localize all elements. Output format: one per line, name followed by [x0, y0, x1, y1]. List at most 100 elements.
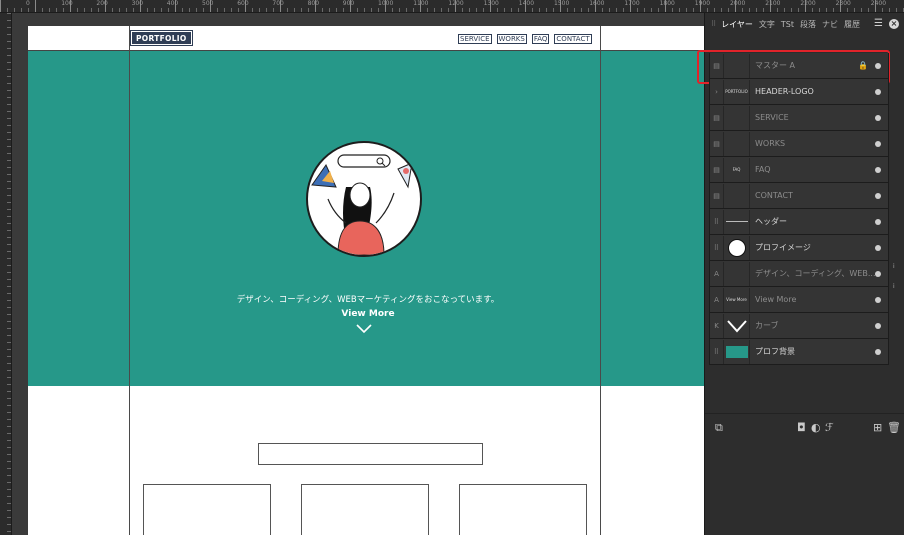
profile-illustration: [311, 154, 413, 255]
layer-thumbnail: View More: [724, 287, 750, 312]
layout-guide-right: [600, 26, 601, 535]
tab-layers[interactable]: レイヤー: [721, 19, 753, 30]
thumbnail-text: View More: [726, 297, 747, 302]
visibility-dot-icon[interactable]: [875, 348, 881, 355]
ruler-label: 1500: [554, 0, 570, 7]
layer-label: SERVICE: [755, 113, 789, 122]
ruler-label: 2100: [765, 0, 781, 7]
hamburger-icon[interactable]: ☰: [874, 18, 883, 29]
ruler-label: 2400: [870, 0, 887, 7]
top-ruler: 0 100 200 300 400 500 600 700 800 900 1000 1100 1200…: [0, 0, 904, 13]
board-icon[interactable]: ▤: [710, 183, 724, 208]
board-icon[interactable]: ▤: [710, 105, 724, 130]
ruler-label: 600: [237, 0, 249, 7]
ruler-label: 800: [307, 0, 320, 7]
visibility-dot-icon[interactable]: [875, 218, 881, 225]
visibility-dot-icon[interactable]: [875, 140, 881, 147]
board-icon[interactable]: ▤: [710, 157, 724, 182]
layer-row[interactable]: ⠿ ヘッダー: [709, 209, 889, 235]
grip-icon[interactable]: ⠿: [711, 20, 716, 28]
layer-thumbnail: [724, 261, 750, 286]
search-box-placeholder[interactable]: [258, 443, 483, 465]
layer-row[interactable]: ▤ マスター A 🔒: [709, 53, 889, 79]
visibility-dot-icon[interactable]: [875, 244, 881, 251]
expand-icon[interactable]: ›: [710, 79, 724, 104]
layer-row[interactable]: ⠿ プロフ背景: [709, 339, 889, 365]
layer-label: プロフイメージ: [755, 243, 811, 252]
layer-row[interactable]: A View More View More: [709, 287, 889, 313]
side-marker: i: [893, 283, 895, 290]
layer-label: CONTACT: [755, 191, 793, 200]
layer-label: マスター A: [755, 61, 796, 70]
layer-row[interactable]: A デザイン、コーディング、WEB...: [709, 261, 889, 287]
nav-link-service[interactable]: SERVICE: [458, 34, 492, 44]
visibility-dot-icon[interactable]: [875, 88, 881, 95]
layer-thumbnail: [724, 53, 750, 78]
group-icon[interactable]: ⠿: [710, 339, 724, 364]
curve-icon[interactable]: K: [710, 313, 724, 338]
text-icon[interactable]: A: [710, 261, 724, 286]
profile-image[interactable]: [306, 141, 422, 257]
visibility-dot-icon[interactable]: [875, 166, 881, 173]
nav-link-contact[interactable]: CONTACT: [554, 34, 592, 44]
trash-icon[interactable]: 🗑: [887, 422, 901, 433]
layer-label: デザイン、コーディング、WEB...: [755, 269, 875, 278]
layer-thumbnail: [724, 235, 750, 260]
layer-row[interactable]: ▤ SERVICE: [709, 105, 889, 131]
nav-link-faq[interactable]: FAQ: [531, 34, 550, 44]
visibility-dot-icon[interactable]: [875, 296, 881, 303]
adjust-icon[interactable]: ◐: [811, 422, 821, 433]
tab-paragraph[interactable]: 段落: [800, 19, 816, 30]
content-card-2[interactable]: [301, 484, 429, 535]
board-icon[interactable]: ▤: [710, 53, 724, 78]
layer-label: View More: [755, 295, 797, 304]
layout-guide-left: [129, 26, 130, 535]
canvas[interactable]: PORTFOLIO SERVICE WORKS FAQ CONTACT デザイン…: [12, 13, 704, 535]
side-marker: i: [893, 263, 895, 270]
mask-icon[interactable]: ◘: [797, 422, 806, 433]
layer-row[interactable]: › PORTFOLIO HEADER-LOGO: [709, 79, 889, 105]
layer-thumbnail: [724, 209, 750, 234]
layer-row[interactable]: ⠿ プロフイメージ: [709, 235, 889, 261]
tab-navigator[interactable]: ナビ: [822, 19, 838, 30]
ruler-label: 700: [272, 0, 284, 7]
add-layer-icon[interactable]: ⊞: [873, 422, 882, 433]
board-icon[interactable]: ▤: [710, 131, 724, 156]
thumbnail-text: FAQ: [732, 167, 741, 172]
ruler-label: 1600: [589, 0, 605, 7]
tab-character[interactable]: 文字: [759, 19, 775, 30]
site-logo[interactable]: PORTFOLIO: [130, 30, 193, 46]
avatar-thumb: [727, 238, 746, 257]
group-icon[interactable]: ⠿: [710, 209, 724, 234]
content-card-3[interactable]: [459, 484, 587, 535]
layer-row[interactable]: K カーブ: [709, 313, 889, 339]
lock-icon[interactable]: 🔒: [858, 61, 868, 70]
duplicate-icon[interactable]: ⧉: [715, 422, 723, 433]
tab-history[interactable]: 履歴: [844, 19, 860, 30]
visibility-dot-icon[interactable]: [875, 114, 881, 121]
text-icon[interactable]: A: [710, 287, 724, 312]
nav-link-works[interactable]: WORKS: [496, 34, 527, 44]
content-card-1[interactable]: [143, 484, 271, 535]
layer-row[interactable]: ▤ CONTACT: [709, 183, 889, 209]
visibility-dot-icon[interactable]: [875, 192, 881, 199]
close-icon[interactable]: ×: [889, 19, 899, 29]
layer-row[interactable]: ▤ FAQ FAQ: [709, 157, 889, 183]
ruler-label: 200: [96, 0, 108, 7]
chevron-thumb-icon: [726, 319, 747, 332]
ruler-label: 1200: [448, 0, 464, 7]
ruler-label: 400: [166, 0, 179, 7]
layer-row[interactable]: ▤ WORKS: [709, 131, 889, 157]
chevron-down-icon[interactable]: [356, 324, 372, 334]
ruler-label: 2000: [730, 0, 746, 7]
artboard[interactable]: PORTFOLIO SERVICE WORKS FAQ CONTACT デザイン…: [28, 26, 704, 535]
visibility-dot-icon[interactable]: [875, 270, 881, 277]
group-icon[interactable]: ⠿: [710, 235, 724, 260]
tab-text-styles[interactable]: TSt: [781, 20, 794, 29]
visibility-dot-icon[interactable]: [875, 322, 881, 329]
layer-thumbnail: [724, 131, 750, 156]
ruler-label: 2300: [835, 0, 851, 7]
visibility-dot-icon[interactable]: [875, 62, 881, 69]
fx-icon[interactable]: ℱ: [825, 422, 834, 433]
layer-thumbnail: [724, 339, 750, 364]
